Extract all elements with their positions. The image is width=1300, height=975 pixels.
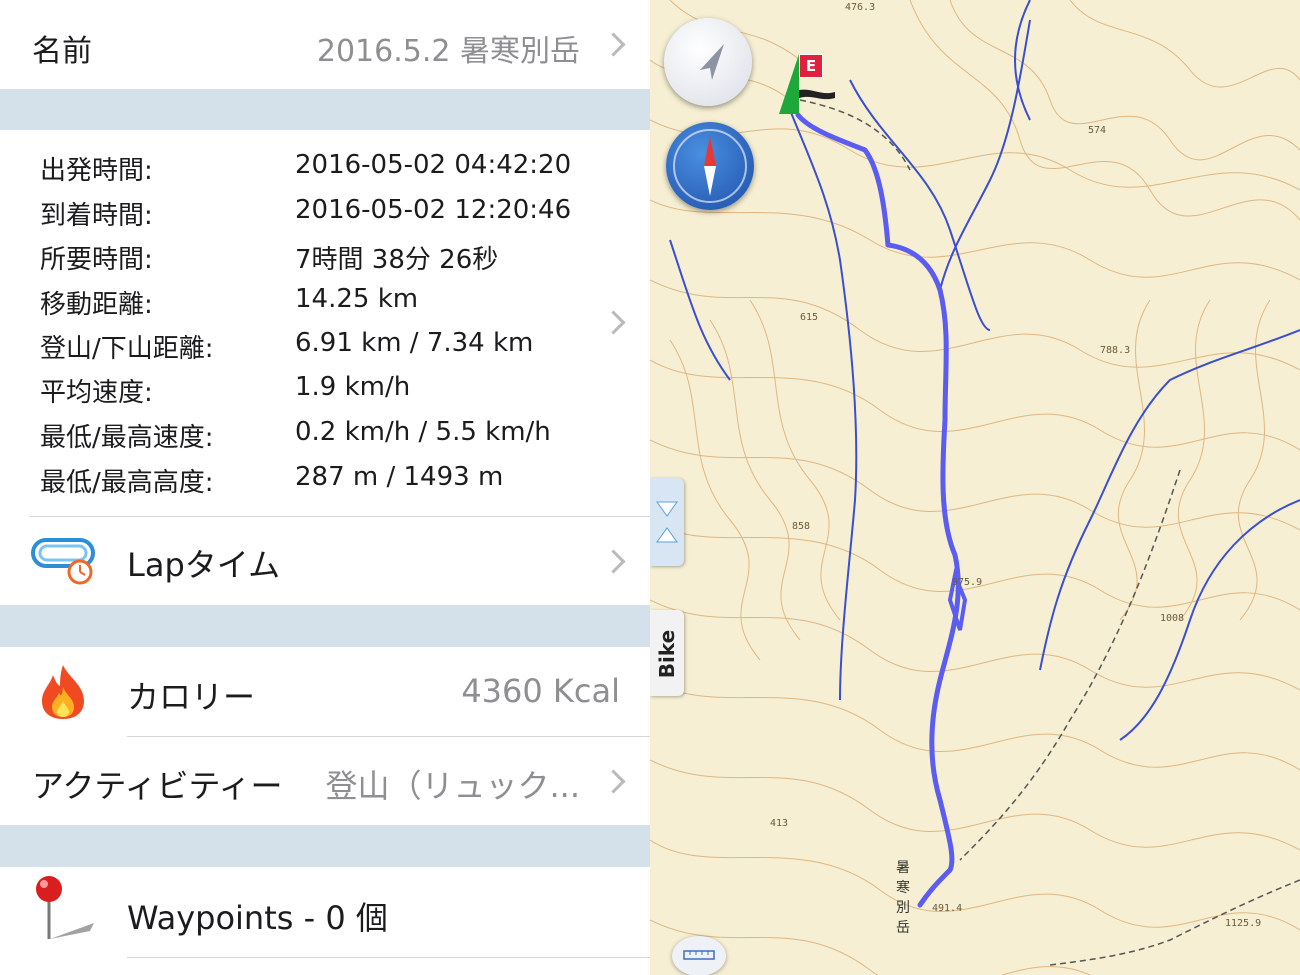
section-gap (0, 825, 650, 867)
calorie-row: カロリー 4360 Kcal (0, 647, 650, 736)
elevation-label: 476.3 (845, 2, 876, 13)
topographic-map[interactable]: 476.3 574 615 788.3 858 975.9 1008 413 4… (650, 0, 1300, 975)
divider (127, 957, 650, 958)
stat-label: 最低/最高速度: (40, 423, 214, 453)
calorie-value: 4360 Kcal (461, 672, 620, 710)
stat-value: 1.9 km/h (295, 372, 411, 402)
stat-value: 2016-05-02 04:42:20 (295, 150, 572, 180)
stat-value: 14.25 km (295, 284, 419, 314)
lap-time-row[interactable]: Lapタイム (0, 517, 650, 605)
bike-tab-label: Bike (655, 629, 679, 679)
elevation-label: 413 (770, 818, 789, 829)
activity-label: アクティビティー (32, 767, 283, 805)
panel-toggle-handle[interactable] (650, 478, 684, 566)
name-row[interactable]: 名前 2016.5.2 暑寒別岳 (0, 0, 650, 89)
end-marker-label: E (799, 54, 823, 78)
stats-row[interactable]: 出発時間: 2016-05-02 04:42:20 到着時間: 2016-05-… (0, 130, 650, 605)
stat-value: 2016-05-02 12:20:46 (295, 195, 572, 225)
elevation-label: 1008 (1160, 613, 1185, 624)
elevation-label: 491.4 (932, 903, 963, 914)
stat-value: 7時間 38分 26秒 (295, 245, 499, 275)
section-gap (0, 89, 650, 130)
streams (669, 0, 1300, 741)
name-label: 名前 (32, 34, 92, 69)
elevation-label: 975.9 (952, 577, 983, 588)
stat-label: 移動距離: (40, 290, 153, 320)
stat-value: 6.91 km / 7.34 km (295, 328, 534, 358)
elevation-label: 1125.9 (1225, 918, 1262, 929)
stat-label: 最低/最高高度: (40, 468, 214, 498)
waypoints-label: Waypoints - 0 個 (127, 899, 388, 937)
elevation-label: 574 (1088, 125, 1107, 136)
compass-icon (673, 129, 747, 203)
scale-button[interactable] (672, 936, 726, 975)
stat-label: 平均速度: (40, 378, 153, 408)
stat-value: 287 m / 1493 m (295, 462, 504, 492)
gps-track (795, 112, 961, 908)
chevron-right-icon (601, 549, 626, 574)
activity-value: 登山（リュック... (325, 767, 580, 805)
lap-track-icon (31, 538, 95, 585)
stat-value: 0.2 km/h / 5.5 km/h (295, 417, 551, 447)
chevron-right-icon (601, 769, 626, 794)
activity-row[interactable]: アクティビティー 登山（リュック... (0, 737, 650, 825)
compass-button[interactable] (666, 122, 754, 210)
track-detail-panel: 名前 2016.5.2 暑寒別岳 出発時間: 2016-05-02 04:42:… (0, 0, 650, 975)
location-arrow-icon (700, 44, 724, 80)
elevation-label: 858 (792, 521, 811, 532)
stat-label: 登山/下山距離: (40, 334, 214, 364)
section-gap (0, 605, 650, 647)
toggle-arrows-icon (656, 501, 678, 543)
stat-label: 到着時間: (40, 201, 153, 231)
trails (799, 99, 1300, 966)
lap-time-label: Lapタイム (127, 546, 281, 584)
waypoints-row[interactable]: Waypoints - 0 個 (0, 867, 650, 957)
ruler-icon (683, 950, 715, 960)
bike-tab[interactable]: Bike (650, 610, 684, 696)
elevation-label: 788.3 (1100, 345, 1131, 356)
chevron-right-icon (601, 32, 626, 57)
calorie-label: カロリー (127, 678, 256, 716)
flame-icon (42, 665, 84, 719)
stat-label: 出発時間: (40, 156, 153, 186)
stat-label: 所要時間: (40, 245, 153, 275)
chevron-right-icon (601, 310, 626, 335)
elevation-label: 615 (800, 312, 819, 323)
place-name: 暑 寒 別 岳 (896, 860, 910, 936)
end-flag-marker[interactable]: E (777, 52, 847, 122)
name-value: 2016.5.2 暑寒別岳 (316, 34, 580, 69)
locate-button[interactable] (664, 18, 752, 106)
map-pin-icon (36, 876, 94, 939)
